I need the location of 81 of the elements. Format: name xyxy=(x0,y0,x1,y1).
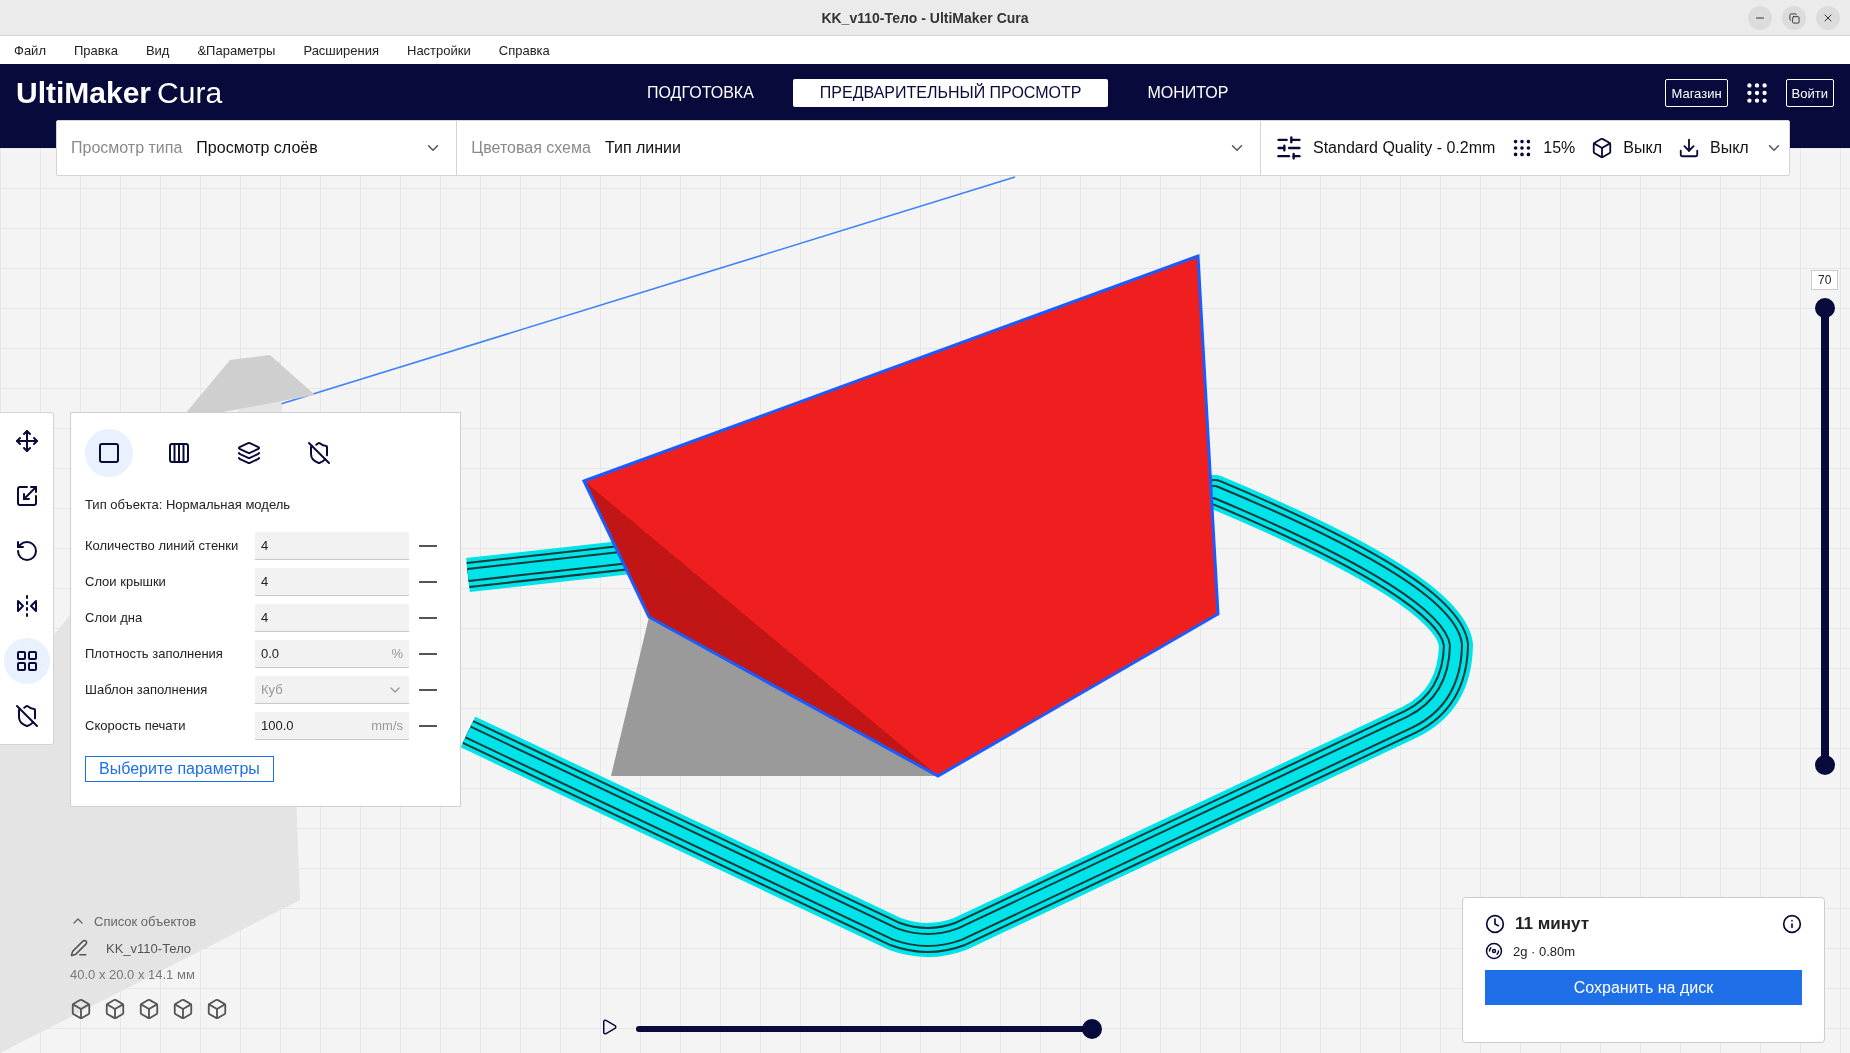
object-dimensions: 40.0 x 20.0 x 14.1 мм xyxy=(70,967,196,982)
menu-item[interactable]: Расширения xyxy=(303,42,393,58)
menu-item[interactable]: Настройки xyxy=(407,42,485,58)
mesh-type-button[interactable] xyxy=(85,429,133,477)
print-time: 11 минут xyxy=(1515,914,1590,934)
stage-tab[interactable]: ПОДГОТОВКА xyxy=(620,79,781,107)
menu-item[interactable]: &Параметры xyxy=(197,42,290,58)
restore-icon xyxy=(1788,12,1800,24)
setting-field[interactable]: 100.0 mm/s xyxy=(255,712,409,740)
color-scheme-dropdown[interactable]: Цветовая схема Тип линии xyxy=(471,121,1246,175)
select-settings-button[interactable]: Выберите параметры xyxy=(85,756,274,782)
minus-icon xyxy=(418,725,437,727)
setting-field[interactable]: 0.0 % xyxy=(255,640,409,668)
camera-view-button[interactable] xyxy=(206,998,228,1020)
shield-off-icon xyxy=(14,704,39,729)
setting-label: Шаблон заполнения xyxy=(85,681,209,699)
minus-icon xyxy=(418,545,437,547)
play-button[interactable] xyxy=(600,1018,618,1036)
close-icon xyxy=(1822,12,1834,24)
logo-text: Cura xyxy=(157,76,223,110)
setting-label: Скорость печати xyxy=(85,717,187,735)
marketplace-button[interactable]: Магазин xyxy=(1665,79,1728,107)
save-button[interactable]: Сохранить на диск xyxy=(1485,970,1802,1005)
slider-handle[interactable] xyxy=(1082,1019,1102,1039)
camera-view-button[interactable] xyxy=(104,998,126,1020)
menu-item[interactable]: Вид xyxy=(145,42,184,58)
camera-view-button[interactable] xyxy=(172,998,194,1020)
layers-icon xyxy=(237,441,261,465)
print-settings-button[interactable]: Standard Quality - 0.2mm 15% Выкл Выкл xyxy=(1275,121,1783,175)
view-type-dropdown[interactable]: Просмотр типа Просмотр слоёв xyxy=(71,121,443,175)
setting-field[interactable]: 4 xyxy=(255,604,409,632)
object-list-toggle[interactable]: Список объектов xyxy=(70,913,228,929)
menu-item[interactable]: Правка xyxy=(73,42,132,58)
slider-handle[interactable] xyxy=(1815,298,1835,318)
layer-slider[interactable] xyxy=(1815,298,1835,775)
square-icon xyxy=(97,441,121,465)
stage-tab[interactable]: МОНИТОР xyxy=(1120,79,1256,107)
shield-off-icon xyxy=(307,441,331,465)
pencil-icon xyxy=(70,939,88,957)
menu-item[interactable]: Файл xyxy=(14,42,60,58)
slider-handle[interactable] xyxy=(1815,755,1835,775)
camera-view-button[interactable] xyxy=(138,998,160,1020)
mirror-icon xyxy=(14,594,39,619)
minus-icon xyxy=(418,689,437,691)
restore-button[interactable] xyxy=(1782,6,1806,30)
setting-label: Слои крышки xyxy=(85,573,167,591)
camera-view-button[interactable] xyxy=(70,998,92,1020)
spool-icon xyxy=(1485,942,1503,960)
vertical-bars-icon xyxy=(167,441,191,465)
grid-icon xyxy=(14,649,39,674)
cube-icon xyxy=(172,998,194,1020)
setting-label: Плотность заполнения xyxy=(85,645,224,663)
info-icon[interactable] xyxy=(1782,914,1802,934)
cube-icon xyxy=(206,998,228,1020)
cube-icon xyxy=(104,998,126,1020)
minimize-button[interactable] xyxy=(1748,6,1772,30)
play-icon xyxy=(600,1018,618,1036)
object-type-label: Тип объекта: Нормальная модель xyxy=(85,497,292,512)
object-name: KK_v110-Тело xyxy=(106,940,192,956)
logo-text: UltiMaker xyxy=(16,76,152,110)
window-title: KK_v110-Тело - UltiMaker Cura xyxy=(821,9,1029,26)
move-icon xyxy=(14,428,39,453)
menu-item[interactable]: Справка xyxy=(498,42,564,58)
stage-tab[interactable]: ПРЕДВАРИТЕЛЬНЫЙ ПРОСМОТР xyxy=(792,79,1109,107)
sliders-icon xyxy=(1275,134,1303,162)
setting-field[interactable]: 4 xyxy=(255,568,409,596)
close-button[interactable] xyxy=(1816,6,1840,30)
setting-field[interactable]: 4 xyxy=(255,532,409,560)
layer-number: 70 xyxy=(1811,270,1839,290)
clock-icon xyxy=(1485,914,1505,934)
cube-icon xyxy=(70,998,92,1020)
setting-label: Количество линий стенки xyxy=(85,537,240,555)
cube-icon xyxy=(138,998,160,1020)
rotate-icon xyxy=(14,538,39,563)
scale-icon xyxy=(14,483,39,508)
minus-icon xyxy=(418,617,437,619)
material-usage: 2g · 0.80m xyxy=(1513,943,1576,959)
minus-icon xyxy=(418,581,437,583)
setting-label: Слои дна xyxy=(85,609,144,627)
login-button[interactable]: Войти xyxy=(1785,79,1834,107)
minus-icon xyxy=(418,653,437,655)
